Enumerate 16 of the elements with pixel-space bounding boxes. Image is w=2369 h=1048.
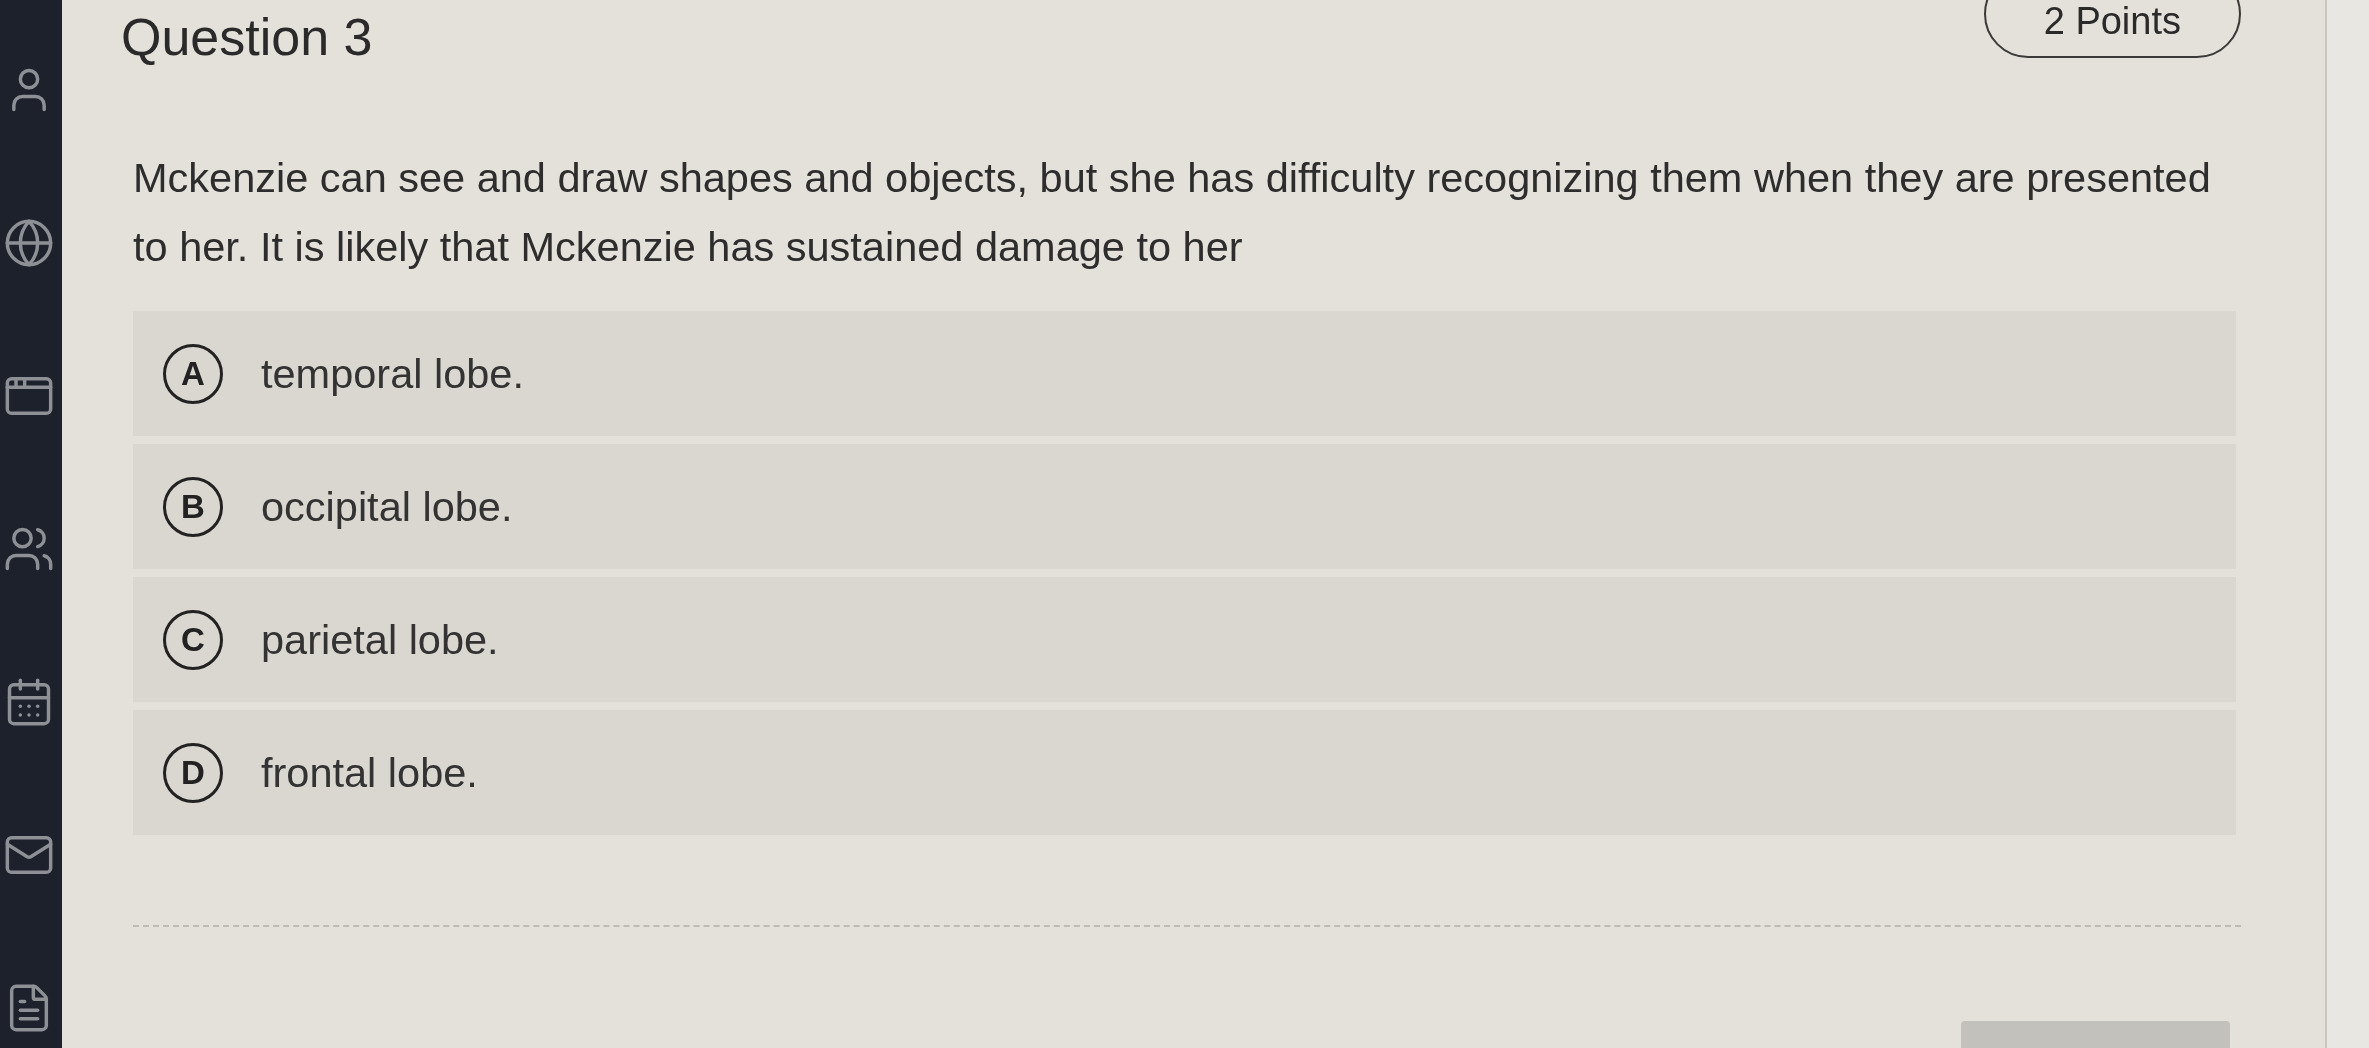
- answer-text: frontal lobe.: [261, 747, 478, 798]
- answer-text: temporal lobe.: [261, 348, 524, 399]
- points-pill: 2 Points: [1983, 0, 2241, 58]
- question-title: Question 3: [121, 7, 373, 68]
- answer-option[interactable]: D frontal lobe.: [133, 710, 2236, 835]
- answer-text: parietal lobe.: [261, 614, 499, 665]
- answer-option[interactable]: A temporal lobe.: [133, 311, 2236, 436]
- answer-letter: A: [163, 343, 223, 404]
- answer-letter: D: [163, 742, 223, 803]
- answer-text: occipital lobe.: [261, 481, 513, 532]
- globe-icon[interactable]: [3, 217, 55, 269]
- answer-letter: C: [163, 609, 223, 670]
- answer-option[interactable]: C parietal lobe.: [133, 577, 2236, 702]
- question-prompt: Mckenzie can see and draw shapes and objects, but she has difficulty recognizing them when they are presented to her. It is likely that Mckenzie has sustained damage to her: [133, 153, 2212, 272]
- answer-option[interactable]: B occipital lobe.: [133, 444, 2236, 569]
- answer-letter: B: [163, 476, 223, 537]
